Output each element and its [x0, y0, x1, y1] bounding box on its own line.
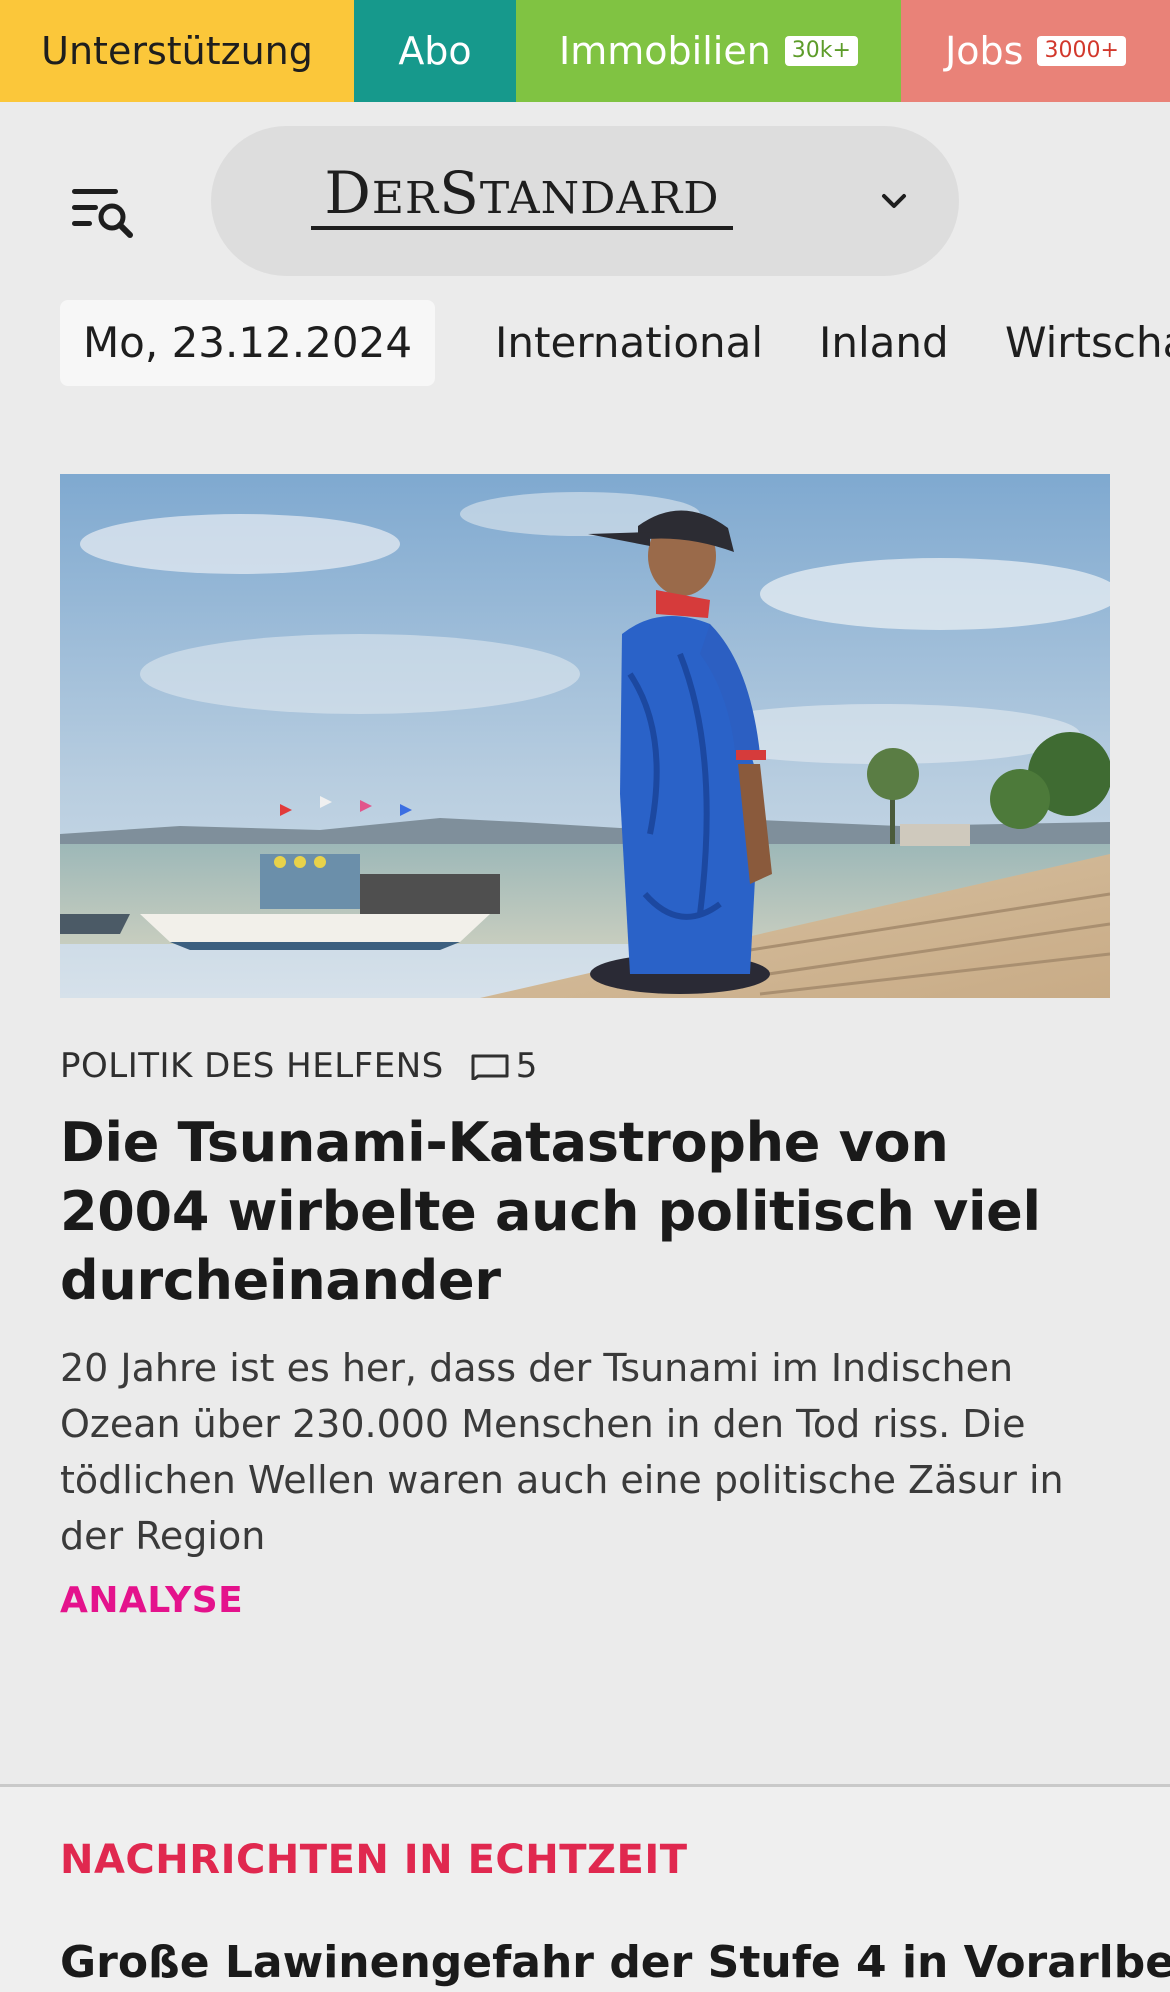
date-chip[interactable]: Mo, 23.12.2024	[60, 300, 435, 386]
section-nav: Mo, 23.12.2024 International Inland Wirt…	[0, 300, 1170, 386]
jobs-link[interactable]: Jobs 3000+	[901, 0, 1170, 102]
immobilien-label: Immobilien	[559, 29, 771, 73]
brand-dropdown-button[interactable]	[869, 176, 919, 226]
comment-count[interactable]: 5	[470, 1046, 538, 1086]
comment-count-value: 5	[515, 1046, 538, 1086]
brand-selector[interactable]: DERSTANDARD	[211, 126, 959, 276]
brand-part-2: TANDARD	[479, 173, 720, 224]
immobilien-count-badge: 30k+	[784, 36, 858, 66]
support-link[interactable]: Unterstützung	[0, 0, 354, 102]
immobilien-link[interactable]: Immobilien 30k+	[516, 0, 901, 102]
brand-logo[interactable]: DERSTANDARD	[311, 164, 733, 230]
lead-teaser[interactable]: 20 Jahre ist es her, dass der Tsunami im…	[60, 1340, 1110, 1564]
service-bar: Unterstützung Abo Immobilien 30k+ Jobs 3…	[0, 0, 1170, 102]
lead-headline[interactable]: Die Tsunami-Katastrophe von 2004 wirbelt…	[60, 1108, 1100, 1315]
jobs-label: Jobs	[945, 29, 1024, 73]
kicker-text: POLITIK DES HELFENS	[60, 1046, 444, 1086]
story-kicker[interactable]: POLITIK DES HELFENS 5	[60, 1042, 538, 1090]
live-news-section: NACHRICHTEN IN ECHTZEIT Große Lawinengef…	[0, 1787, 1170, 1992]
brand-letter-d: D	[324, 159, 372, 227]
story-type-tag: ANALYSE	[60, 1580, 244, 1621]
nav-link-international[interactable]: International	[495, 300, 763, 386]
live-news-title[interactable]: NACHRICHTEN IN ECHTZEIT	[60, 1837, 688, 1883]
brand-letter-s: S	[439, 159, 480, 227]
comment-icon	[471, 1054, 509, 1080]
brand-part-1: ER	[371, 173, 440, 224]
lead-story-image[interactable]	[60, 474, 1110, 998]
menu-search-icon	[72, 189, 133, 238]
menu-search-button[interactable]	[58, 166, 148, 256]
jobs-count-badge: 3000+	[1037, 36, 1126, 66]
chevron-down-icon	[882, 194, 906, 208]
live-news-item[interactable]: Große Lawinengefahr der Stufe 4 in Vorar…	[60, 1937, 1170, 1988]
abo-link[interactable]: Abo	[354, 0, 516, 102]
nav-link-inland[interactable]: Inland	[819, 300, 949, 386]
nav-link-wirtschaft[interactable]: Wirtschaft	[1005, 300, 1170, 386]
abo-label: Abo	[398, 29, 472, 73]
support-label: Unterstützung	[41, 29, 313, 73]
